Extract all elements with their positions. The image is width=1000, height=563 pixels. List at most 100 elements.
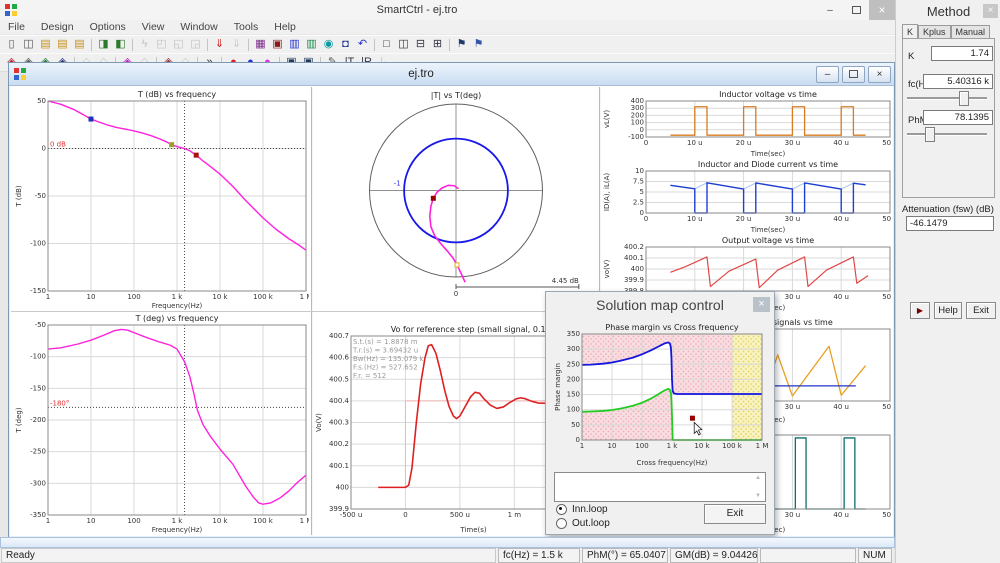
scroll-up-icon[interactable]: ▲	[753, 475, 763, 481]
export-design-icon[interactable]: ◧	[112, 37, 129, 52]
open-folder-alt-icon[interactable]: ▤	[54, 37, 71, 52]
ejtro-minimize-button[interactable]: ‒	[816, 66, 839, 83]
status-gm: GM(dB) = 9.04426	[670, 548, 758, 563]
solution-list[interactable]: ▲ ▼	[554, 472, 766, 502]
toolbar-separator	[91, 39, 92, 51]
data-grid-icon[interactable]: ▦	[252, 37, 269, 52]
svg-text:1: 1	[46, 293, 50, 301]
minimize-button[interactable]: –	[817, 0, 843, 20]
save-disk-icon[interactable]: ◘	[337, 37, 354, 52]
status-ready: Ready	[1, 548, 496, 563]
status-fc: fc(Hz) = 1.5 k	[498, 548, 580, 563]
svg-text:400.6: 400.6	[329, 354, 350, 362]
quick-run-icon[interactable]: ϟ	[136, 37, 153, 52]
duplicate-icon[interactable]: ◲	[187, 37, 204, 52]
menu-help[interactable]: Help	[266, 21, 304, 33]
phm-field[interactable]: 78.1395	[923, 110, 993, 125]
horizontal-scrollbar[interactable]	[0, 537, 895, 548]
monitor-view-icon[interactable]: ◉	[320, 37, 337, 52]
menu-tools[interactable]: Tools	[226, 21, 267, 33]
window-tile-vertical-icon[interactable]: ◫	[395, 37, 412, 52]
solution-map-dialog: Solution map control × 1101001 k10 k100 …	[545, 291, 775, 535]
import-design-icon[interactable]: ◨	[95, 37, 112, 52]
svg-text:0: 0	[644, 139, 648, 147]
new-file-icon[interactable]: ▯	[3, 37, 20, 52]
menu-options[interactable]: Options	[82, 21, 134, 33]
help-button[interactable]: Help	[934, 302, 962, 319]
fc-slider-thumb[interactable]	[959, 91, 969, 106]
phm-slider-thumb[interactable]	[925, 127, 935, 142]
fc-field[interactable]: 5.40316 k	[923, 74, 993, 89]
svg-text:-100: -100	[30, 353, 46, 361]
merge-down-gray-icon[interactable]: ⇓	[228, 37, 245, 52]
window-title: SmartCtrl - ej.tro	[17, 4, 817, 16]
menu-view[interactable]: View	[134, 21, 173, 33]
tab-manual[interactable]: Manual	[951, 25, 991, 39]
scroll-down-icon[interactable]: ▼	[753, 493, 763, 499]
ejtro-close-button[interactable]: ×	[868, 66, 891, 83]
outer-loop-radio[interactable]: Out.loop	[556, 518, 610, 529]
svg-text:20 u: 20 u	[736, 215, 752, 223]
merge-down-red-icon[interactable]: ⇓	[211, 37, 228, 52]
phm-slider[interactable]	[907, 133, 987, 136]
svg-text:400.2: 400.2	[624, 243, 644, 251]
open-folder-icon[interactable]: ▤	[37, 37, 54, 52]
svg-text:400: 400	[631, 265, 644, 273]
new-from-design-icon[interactable]: ◫	[20, 37, 37, 52]
status-num: NUM	[858, 548, 892, 563]
attenuation-field[interactable]: -46.1479	[906, 216, 994, 231]
svg-text:1: 1	[580, 442, 584, 450]
svg-text:40 u: 40 u	[833, 511, 849, 519]
outer-loop-radio-icon[interactable]	[556, 518, 567, 529]
close-button[interactable]: ×	[869, 0, 895, 20]
open-folder-recent-icon[interactable]: ▤	[71, 37, 88, 52]
notebook-output-icon[interactable]: ▥	[303, 37, 320, 52]
solution-map-chart[interactable]: 1101001 k10 k100 k1 M3503002502001501005…	[552, 320, 768, 468]
window-arrange-icon[interactable]: ⊞	[429, 37, 446, 52]
svg-text:4.45 dB: 4.45 dB	[552, 277, 579, 285]
tab-kplus[interactable]: Kplus	[918, 25, 951, 39]
notebook-input-icon[interactable]: ▥	[286, 37, 303, 52]
ejtro-icon	[14, 68, 26, 80]
fc-slider[interactable]	[907, 97, 987, 100]
window-cascade-icon[interactable]: □	[378, 37, 395, 52]
svg-text:500 u: 500 u	[450, 511, 470, 519]
window-tile-horizontal-icon[interactable]: ⊟	[412, 37, 429, 52]
menu-design[interactable]: Design	[33, 21, 82, 33]
copy-icon[interactable]: ◰	[153, 37, 170, 52]
flag-bookmark-icon[interactable]: ⚑	[453, 37, 470, 52]
inductor-diode-current-chart: 010 u20 u30 u40 u50 u107.552.50Inductor …	[601, 159, 892, 235]
inner-loop-radio-icon[interactable]	[556, 504, 567, 515]
svg-text:400.5: 400.5	[329, 375, 349, 383]
svg-text:T (dB) vs frequency: T (dB) vs frequency	[137, 90, 217, 99]
menu-window[interactable]: Window	[172, 21, 225, 33]
apply-button[interactable]: ▶	[910, 302, 930, 319]
restore-button[interactable]	[843, 0, 869, 20]
undo-icon[interactable]: ↶	[354, 37, 371, 52]
tab-k[interactable]: K	[902, 24, 918, 38]
k-field[interactable]: 1.74	[931, 46, 993, 61]
svg-text:20 u: 20 u	[736, 139, 752, 147]
dialog-exit-button[interactable]: Exit	[704, 504, 766, 524]
svg-text:ID(A), iL(A): ID(A), iL(A)	[603, 173, 611, 212]
method-exit-button[interactable]: Exit	[966, 302, 996, 319]
inner-loop-radio[interactable]: Inn.loop	[556, 504, 608, 515]
svg-text:0: 0	[454, 290, 458, 298]
svg-text:T (deg) vs frequency: T (deg) vs frequency	[135, 314, 219, 323]
ejtro-titlebar[interactable]: ej.tro ‒ ×	[9, 63, 894, 86]
method-close-icon[interactable]: ×	[983, 4, 998, 18]
ejtro-restore-button[interactable]	[842, 66, 865, 83]
svg-text:1: 1	[46, 517, 50, 525]
bode-magnitude-chart: 1101001 k10 k100 k1 M500-50-100-1500 dBT…	[13, 89, 309, 311]
svg-text:300: 300	[567, 345, 580, 353]
menu-file[interactable]: File	[0, 21, 33, 33]
svg-text:F.s.(Hz) = 527.652: F.s.(Hz) = 527.652	[353, 364, 418, 372]
svg-text:50: 50	[571, 421, 580, 429]
svg-text:100 k: 100 k	[722, 442, 743, 450]
save-results-icon[interactable]: ▣	[269, 37, 286, 52]
paste-icon[interactable]: ◱	[170, 37, 187, 52]
flag-bookmark-alt-icon[interactable]: ⚑	[470, 37, 487, 52]
svg-text:-1: -1	[394, 179, 401, 187]
dialog-close-icon[interactable]: ×	[753, 297, 770, 312]
svg-text:-50: -50	[35, 192, 46, 200]
